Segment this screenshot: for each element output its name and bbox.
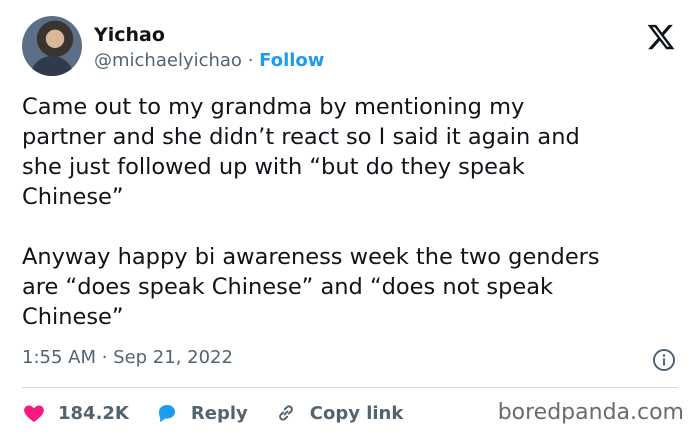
reply-label: Reply [190,402,248,424]
x-logo-icon[interactable] [646,22,676,52]
separator: · [247,50,254,71]
reply-button[interactable]: Reply [155,401,248,425]
heart-icon [24,405,44,422]
copy-link-button[interactable]: Copy link [274,401,404,425]
info-icon[interactable] [652,348,676,372]
tweet-text: Came out to my grandma by mentioning my … [22,94,600,330]
tweet-actions: 184.2K Reply Copy link [22,398,429,428]
like-button[interactable]: 184.2K [22,401,129,425]
copy-link-label: Copy link [309,402,404,424]
watermark: boredpanda.com [497,400,684,425]
link-icon [278,405,293,421]
reply-bubble-icon [158,405,175,423]
author-name[interactable]: Yichao [94,24,165,46]
author-handle-row: @michaelyichao · Follow [94,50,324,71]
avatar[interactable] [22,16,82,76]
like-count: 184.2K [58,402,129,424]
tweet-header: Yichao @michaelyichao · Follow [22,14,678,80]
tweet-timestamp[interactable]: 1:55 AM · Sep 21, 2022 [22,347,233,368]
divider [22,387,678,388]
follow-button[interactable]: Follow [259,50,324,71]
author-handle[interactable]: @michaelyichao [94,50,242,71]
